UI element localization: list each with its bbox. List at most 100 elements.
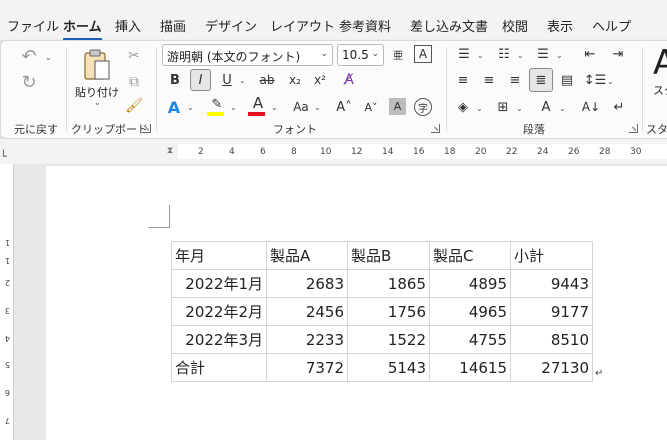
highlight-icon[interactable]: ✎ xyxy=(207,95,227,113)
redo-icon[interactable]: ↻ xyxy=(15,71,43,93)
show-marks-icon[interactable]: ↵ xyxy=(609,98,629,116)
table-cell[interactable]: 9443 xyxy=(510,269,593,298)
asian-layout-dropdown-icon[interactable]: ⌄ xyxy=(559,104,566,113)
increase-indent-icon[interactable]: ⇥ xyxy=(607,45,629,63)
font-size-value: 10.5 xyxy=(342,48,369,62)
tab-file[interactable]: ファイル xyxy=(7,16,59,35)
multilevel-list-icon[interactable]: ☰ xyxy=(532,45,554,63)
header-cell[interactable]: 製品B xyxy=(347,241,430,270)
bold-icon[interactable]: B xyxy=(166,70,184,90)
indent-marker-icon[interactable]: ⧗ xyxy=(163,140,177,162)
table-cell[interactable]: 4895 xyxy=(429,269,511,298)
shrink-font-icon[interactable]: A˅ xyxy=(361,97,381,117)
font-launcher-icon[interactable] xyxy=(431,124,440,133)
bullets-dropdown-icon[interactable]: ⌄ xyxy=(477,51,484,60)
table-cell[interactable]: 2022年2月 xyxy=(171,297,267,326)
copy-icon[interactable]: ⧉ xyxy=(125,73,143,91)
borders-dropdown-icon[interactable]: ⌄ xyxy=(516,104,523,113)
header-cell[interactable]: 製品C xyxy=(429,241,511,270)
align-left-icon[interactable]: ≡ xyxy=(453,71,473,89)
tab-view[interactable]: 表示 xyxy=(547,16,573,35)
paste-dropdown-icon[interactable]: ⌄ xyxy=(94,98,101,107)
table-cell[interactable]: 4755 xyxy=(429,325,511,354)
tab-review[interactable]: 校閲 xyxy=(502,16,528,35)
tab-home[interactable]: ホーム xyxy=(63,16,102,41)
table-cell[interactable]: 2683 xyxy=(266,269,348,298)
table-cell[interactable]: 1522 xyxy=(347,325,430,354)
paste-icon[interactable] xyxy=(81,47,113,83)
table-cell[interactable]: 14615 xyxy=(429,353,511,382)
character-border-icon[interactable]: A xyxy=(414,45,432,63)
style-preview-name[interactable]: スタ xyxy=(653,82,667,98)
grow-font-icon[interactable]: A˄ xyxy=(334,97,354,117)
text-effects-dropdown-icon[interactable]: ⌄ xyxy=(187,103,194,112)
tab-design[interactable]: デザイン xyxy=(205,16,257,35)
underline-icon[interactable]: U xyxy=(218,70,236,90)
asian-layout-icon[interactable]: A xyxy=(536,98,556,116)
shading-icon[interactable]: ◈ xyxy=(453,98,473,116)
tab-insert[interactable]: 挿入 xyxy=(115,16,141,35)
clear-formatting-icon[interactable]: A̸ xyxy=(339,70,359,90)
table-cell[interactable]: 1865 xyxy=(347,269,430,298)
borders-icon[interactable]: ⊞ xyxy=(493,98,513,116)
sort-icon[interactable]: A↓ xyxy=(581,98,601,116)
underline-dropdown-icon[interactable]: ⌄ xyxy=(239,76,246,85)
table-cell[interactable]: 9177 xyxy=(510,297,593,326)
distributed-icon[interactable]: ▤ xyxy=(557,71,577,89)
justify-icon[interactable]: ≣ xyxy=(531,71,551,89)
tab-mailings[interactable]: 差し込み文書 xyxy=(410,16,488,35)
shading-dropdown-icon[interactable]: ⌄ xyxy=(476,104,483,113)
multilevel-dropdown-icon[interactable]: ⌄ xyxy=(556,51,563,60)
format-painter-icon[interactable]: 🖌 xyxy=(125,97,143,115)
table-cell[interactable]: 2456 xyxy=(266,297,348,326)
bullets-icon[interactable]: ☰ xyxy=(453,45,475,63)
tab-help[interactable]: ヘルプ xyxy=(592,16,631,35)
table-cell[interactable]: 1756 xyxy=(347,297,430,326)
font-color-icon[interactable]: A xyxy=(248,94,268,112)
clipboard-launcher-icon[interactable] xyxy=(142,124,151,133)
paragraph-launcher-icon[interactable] xyxy=(629,124,638,133)
undo-icon[interactable]: ↶ xyxy=(15,45,43,67)
header-cell[interactable]: 小計 xyxy=(510,241,593,270)
text-effects-icon[interactable]: A xyxy=(164,97,184,117)
align-right-icon[interactable]: ≡ xyxy=(505,71,525,89)
align-center-icon[interactable]: ≡ xyxy=(479,71,499,89)
header-cell[interactable]: 製品A xyxy=(266,241,348,270)
numbering-icon[interactable]: ☷ xyxy=(493,45,515,63)
tab-references[interactable]: 参考資料 xyxy=(339,16,391,35)
superscript-icon[interactable]: x² xyxy=(311,70,329,90)
character-shading-icon[interactable]: A xyxy=(389,98,406,115)
tab-layout[interactable]: レイアウト xyxy=(270,16,335,35)
table-cell[interactable]: 2233 xyxy=(266,325,348,354)
font-size-dropdown[interactable]: 10.5 ⌄ xyxy=(337,44,384,66)
line-spacing-icon[interactable]: ↕☰ xyxy=(584,71,607,89)
phonetic-guide-icon[interactable]: 亜 xyxy=(389,45,407,63)
font-color-dropdown-icon[interactable]: ⌄ xyxy=(271,103,278,112)
tab-draw[interactable]: 描画 xyxy=(160,16,186,35)
highlight-dropdown-icon[interactable]: ⌄ xyxy=(230,103,237,112)
undo-dropdown-icon[interactable]: ⌄ xyxy=(45,53,52,62)
numbering-dropdown-icon[interactable]: ⌄ xyxy=(517,51,524,60)
decrease-indent-icon[interactable]: ⇤ xyxy=(579,45,601,63)
table-cell[interactable]: 2022年1月 xyxy=(171,269,267,298)
table-cell[interactable]: 合計 xyxy=(171,353,267,382)
change-case-dropdown-icon[interactable]: ⌄ xyxy=(314,103,321,112)
font-name-dropdown[interactable]: 游明朝 (本文のフォント) ⌄ xyxy=(162,44,333,66)
header-cell[interactable]: 年月 xyxy=(171,241,267,270)
italic-icon[interactable]: I xyxy=(191,70,210,90)
table-cell[interactable]: 7372 xyxy=(266,353,348,382)
table-cell[interactable]: 27130 xyxy=(510,353,593,382)
change-case-icon[interactable]: Aa xyxy=(289,97,313,117)
table-cell[interactable]: 5143 xyxy=(347,353,430,382)
enclose-characters-icon[interactable]: 字 xyxy=(414,98,432,116)
table-cell[interactable]: 2022年3月 xyxy=(171,325,267,354)
style-preview-letter[interactable]: A xyxy=(653,43,667,83)
cut-icon[interactable]: ✂ xyxy=(125,47,143,65)
line-spacing-dropdown-icon[interactable]: ⌄ xyxy=(607,77,614,86)
table-cell[interactable]: 4965 xyxy=(429,297,511,326)
table-cell[interactable]: 8510 xyxy=(510,325,593,354)
tab-selector-icon[interactable]: └ xyxy=(0,150,7,163)
subscript-icon[interactable]: x₂ xyxy=(286,70,304,90)
strikethrough-icon[interactable]: ab xyxy=(257,70,277,90)
data-table[interactable]: 年月 製品A 製品B 製品C 小計 2022年1月 2683 1865 4895… xyxy=(171,241,593,382)
